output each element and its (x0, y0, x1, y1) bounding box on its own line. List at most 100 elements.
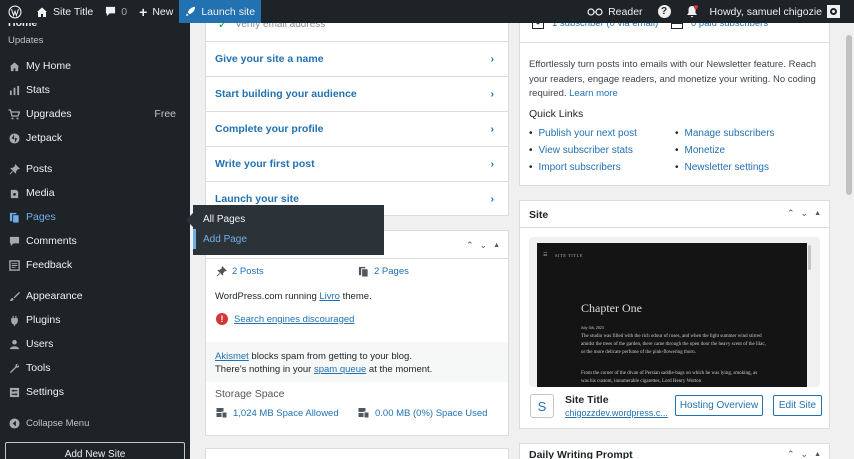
add-new-site-button[interactable]: Add New Site (5, 442, 185, 459)
pages-count: 2 Pages (374, 266, 409, 277)
toggle-panel-icon[interactable]: ▲ (814, 210, 821, 217)
pages-icon (8, 211, 20, 223)
move-up-icon[interactable]: ⌃ (466, 240, 474, 251)
quick-link-import[interactable]: Import subscribers (529, 162, 621, 173)
reader-button[interactable]: Reader (581, 0, 648, 23)
feedback-icon (8, 259, 20, 271)
task-label: Launch your site (215, 193, 300, 205)
akismet-link[interactable]: Akismet (215, 351, 249, 362)
sidebar-item-settings[interactable]: Settings (0, 380, 190, 404)
notifications-button[interactable] (680, 0, 704, 23)
wp-logo-button[interactable] (0, 0, 30, 23)
sidebar-item-jetpack[interactable]: Jetpack (0, 126, 190, 150)
chevron-right-icon: › (490, 88, 495, 100)
new-button[interactable]: + New (133, 0, 179, 23)
hosting-overview-button[interactable]: Hosting Overview (675, 395, 763, 416)
preview-site-title: SITE TITLE (555, 253, 584, 258)
toggle-panel-icon[interactable]: ▲ (493, 242, 500, 249)
page-scrollbar[interactable] (844, 23, 854, 459)
edit-site-button[interactable]: Edit Site (773, 395, 822, 416)
plus-icon: + (139, 3, 148, 20)
preview-paragraph-1: The studio was filled with the rich odou… (581, 334, 766, 355)
preview-date: July 4th, 2023 (581, 325, 604, 330)
sidebar-item-updates[interactable]: Updates (8, 35, 43, 46)
sidebar-item-pages[interactable]: Pages (0, 205, 190, 229)
card-controls: ⌃ ⌄ ▲ (787, 449, 821, 459)
sidebar-item-my-home[interactable]: My Home (0, 54, 190, 78)
sidebar-item-users[interactable]: Users (0, 332, 190, 356)
sidebar-item-comments[interactable]: Comments (0, 229, 190, 253)
task-complete-profile[interactable]: Complete your profile › (206, 111, 508, 146)
spam-queue-link[interactable]: spam queue (314, 364, 366, 375)
storage-title: Storage Space (215, 388, 285, 400)
daily-writing-prompt-card: Daily Writing Prompt ⌃ ⌄ ▲ (519, 443, 830, 459)
running-theme-text: WordPress.com running Livro theme. (215, 291, 372, 302)
launch-site-button[interactable]: Launch site (179, 0, 262, 23)
comments-count: 0 (121, 5, 128, 18)
move-up-icon[interactable]: ⌃ (787, 449, 795, 459)
sidebar-item-upgrades[interactable]: Upgrades Free (0, 102, 190, 126)
submenu-all-pages[interactable]: All Pages (203, 214, 245, 225)
sidebar-item-media[interactable]: Media (0, 181, 190, 205)
collapse-menu-button[interactable]: Collapse Menu (0, 411, 190, 435)
sidebar-item-label: Tools (26, 362, 51, 374)
quick-link-manage[interactable]: Manage subscribers (675, 128, 775, 139)
task-build-audience[interactable]: Start building your audience › (206, 76, 508, 111)
help-button[interactable]: ? (649, 0, 680, 23)
site-favicon: S (530, 394, 554, 418)
database-icon (216, 408, 228, 419)
wrench-icon (8, 362, 20, 374)
comments-button[interactable]: 0 (99, 0, 133, 23)
card-controls: ⌃ ⌄ ▲ (466, 240, 500, 251)
pages-count-link[interactable]: 2 Pages (358, 266, 409, 277)
task-write-first-post[interactable]: Write your first post › (206, 146, 508, 181)
search-engines-link[interactable]: Search engines discouraged (234, 314, 354, 325)
home-icon (8, 60, 20, 72)
running-suffix: theme. (339, 291, 372, 302)
quick-link-settings[interactable]: Newsletter settings (675, 162, 769, 173)
jetpack-icon (8, 132, 20, 144)
sidebar-item-label: Posts (26, 163, 53, 175)
move-down-icon[interactable]: ⌄ (801, 208, 809, 219)
move-down-icon[interactable]: ⌄ (480, 240, 488, 251)
sidebar-item-label: Comments (26, 235, 77, 247)
akismet-text: Akismet blocks spam from getting to your… (215, 351, 412, 362)
sidebar-item-label: Pages (26, 211, 56, 223)
account-button[interactable]: Howdy, samuel chigozie (704, 0, 854, 23)
chevron-right-icon: › (490, 193, 495, 205)
sidebar-item-feedback[interactable]: Feedback (0, 253, 190, 277)
site-url-link[interactable]: chigozzdev.wordpress.c... (565, 408, 668, 418)
cart-icon (8, 108, 20, 120)
space-allowed: 1,024 MB Space Allowed (216, 407, 339, 419)
spam-suffix: at the moment. (366, 364, 433, 375)
sidebar-item-posts[interactable]: Posts (0, 157, 190, 181)
toggle-panel-icon[interactable]: ▲ (814, 451, 821, 458)
spam-queue-text: There's nothing in your spam queue at th… (215, 364, 432, 375)
sidebar-item-stats[interactable]: Stats (0, 78, 190, 102)
sidebar-item-label: Jetpack (26, 132, 63, 144)
posts-count-link[interactable]: 2 Posts (216, 266, 264, 277)
quick-link-monetize[interactable]: Monetize (675, 145, 726, 156)
quick-link-stats[interactable]: View subscriber stats (529, 145, 633, 156)
sidebar-item-plugins[interactable]: Plugins (0, 308, 190, 332)
theme-link[interactable]: Livro (319, 291, 340, 302)
quick-link-publish[interactable]: Publish your next post (529, 128, 637, 139)
submenu-add-page[interactable]: Add Page (193, 229, 384, 249)
scrollbar-thumb[interactable] (846, 35, 852, 195)
site-title-button[interactable]: Site Title (30, 0, 99, 23)
preview-scrollbar[interactable] (808, 245, 811, 270)
launch-label: Launch site (201, 5, 256, 18)
site-preview-frame[interactable]: ☰ SITE TITLE Chapter One July 4th, 2023 … (529, 237, 820, 387)
task-label: Start building your audience (215, 88, 357, 100)
search-engines-warning: ! Search engines discouraged (216, 313, 354, 325)
move-down-icon[interactable]: ⌄ (801, 449, 809, 459)
move-up-icon[interactable]: ⌃ (787, 208, 795, 219)
learn-more-link[interactable]: Learn more (569, 88, 618, 99)
sidebar-item-tools[interactable]: Tools (0, 356, 190, 380)
sidebar-item-label: Media (26, 187, 55, 199)
site-preview: ☰ SITE TITLE Chapter One July 4th, 2023 … (537, 243, 807, 387)
preview-menu-icon: ☰ (543, 253, 548, 258)
newsletter-description: Effortlessly turn posts into emails with… (529, 58, 821, 102)
sidebar-item-appearance[interactable]: Appearance (0, 284, 190, 308)
task-give-site-name[interactable]: Give your site a name › (206, 41, 508, 76)
